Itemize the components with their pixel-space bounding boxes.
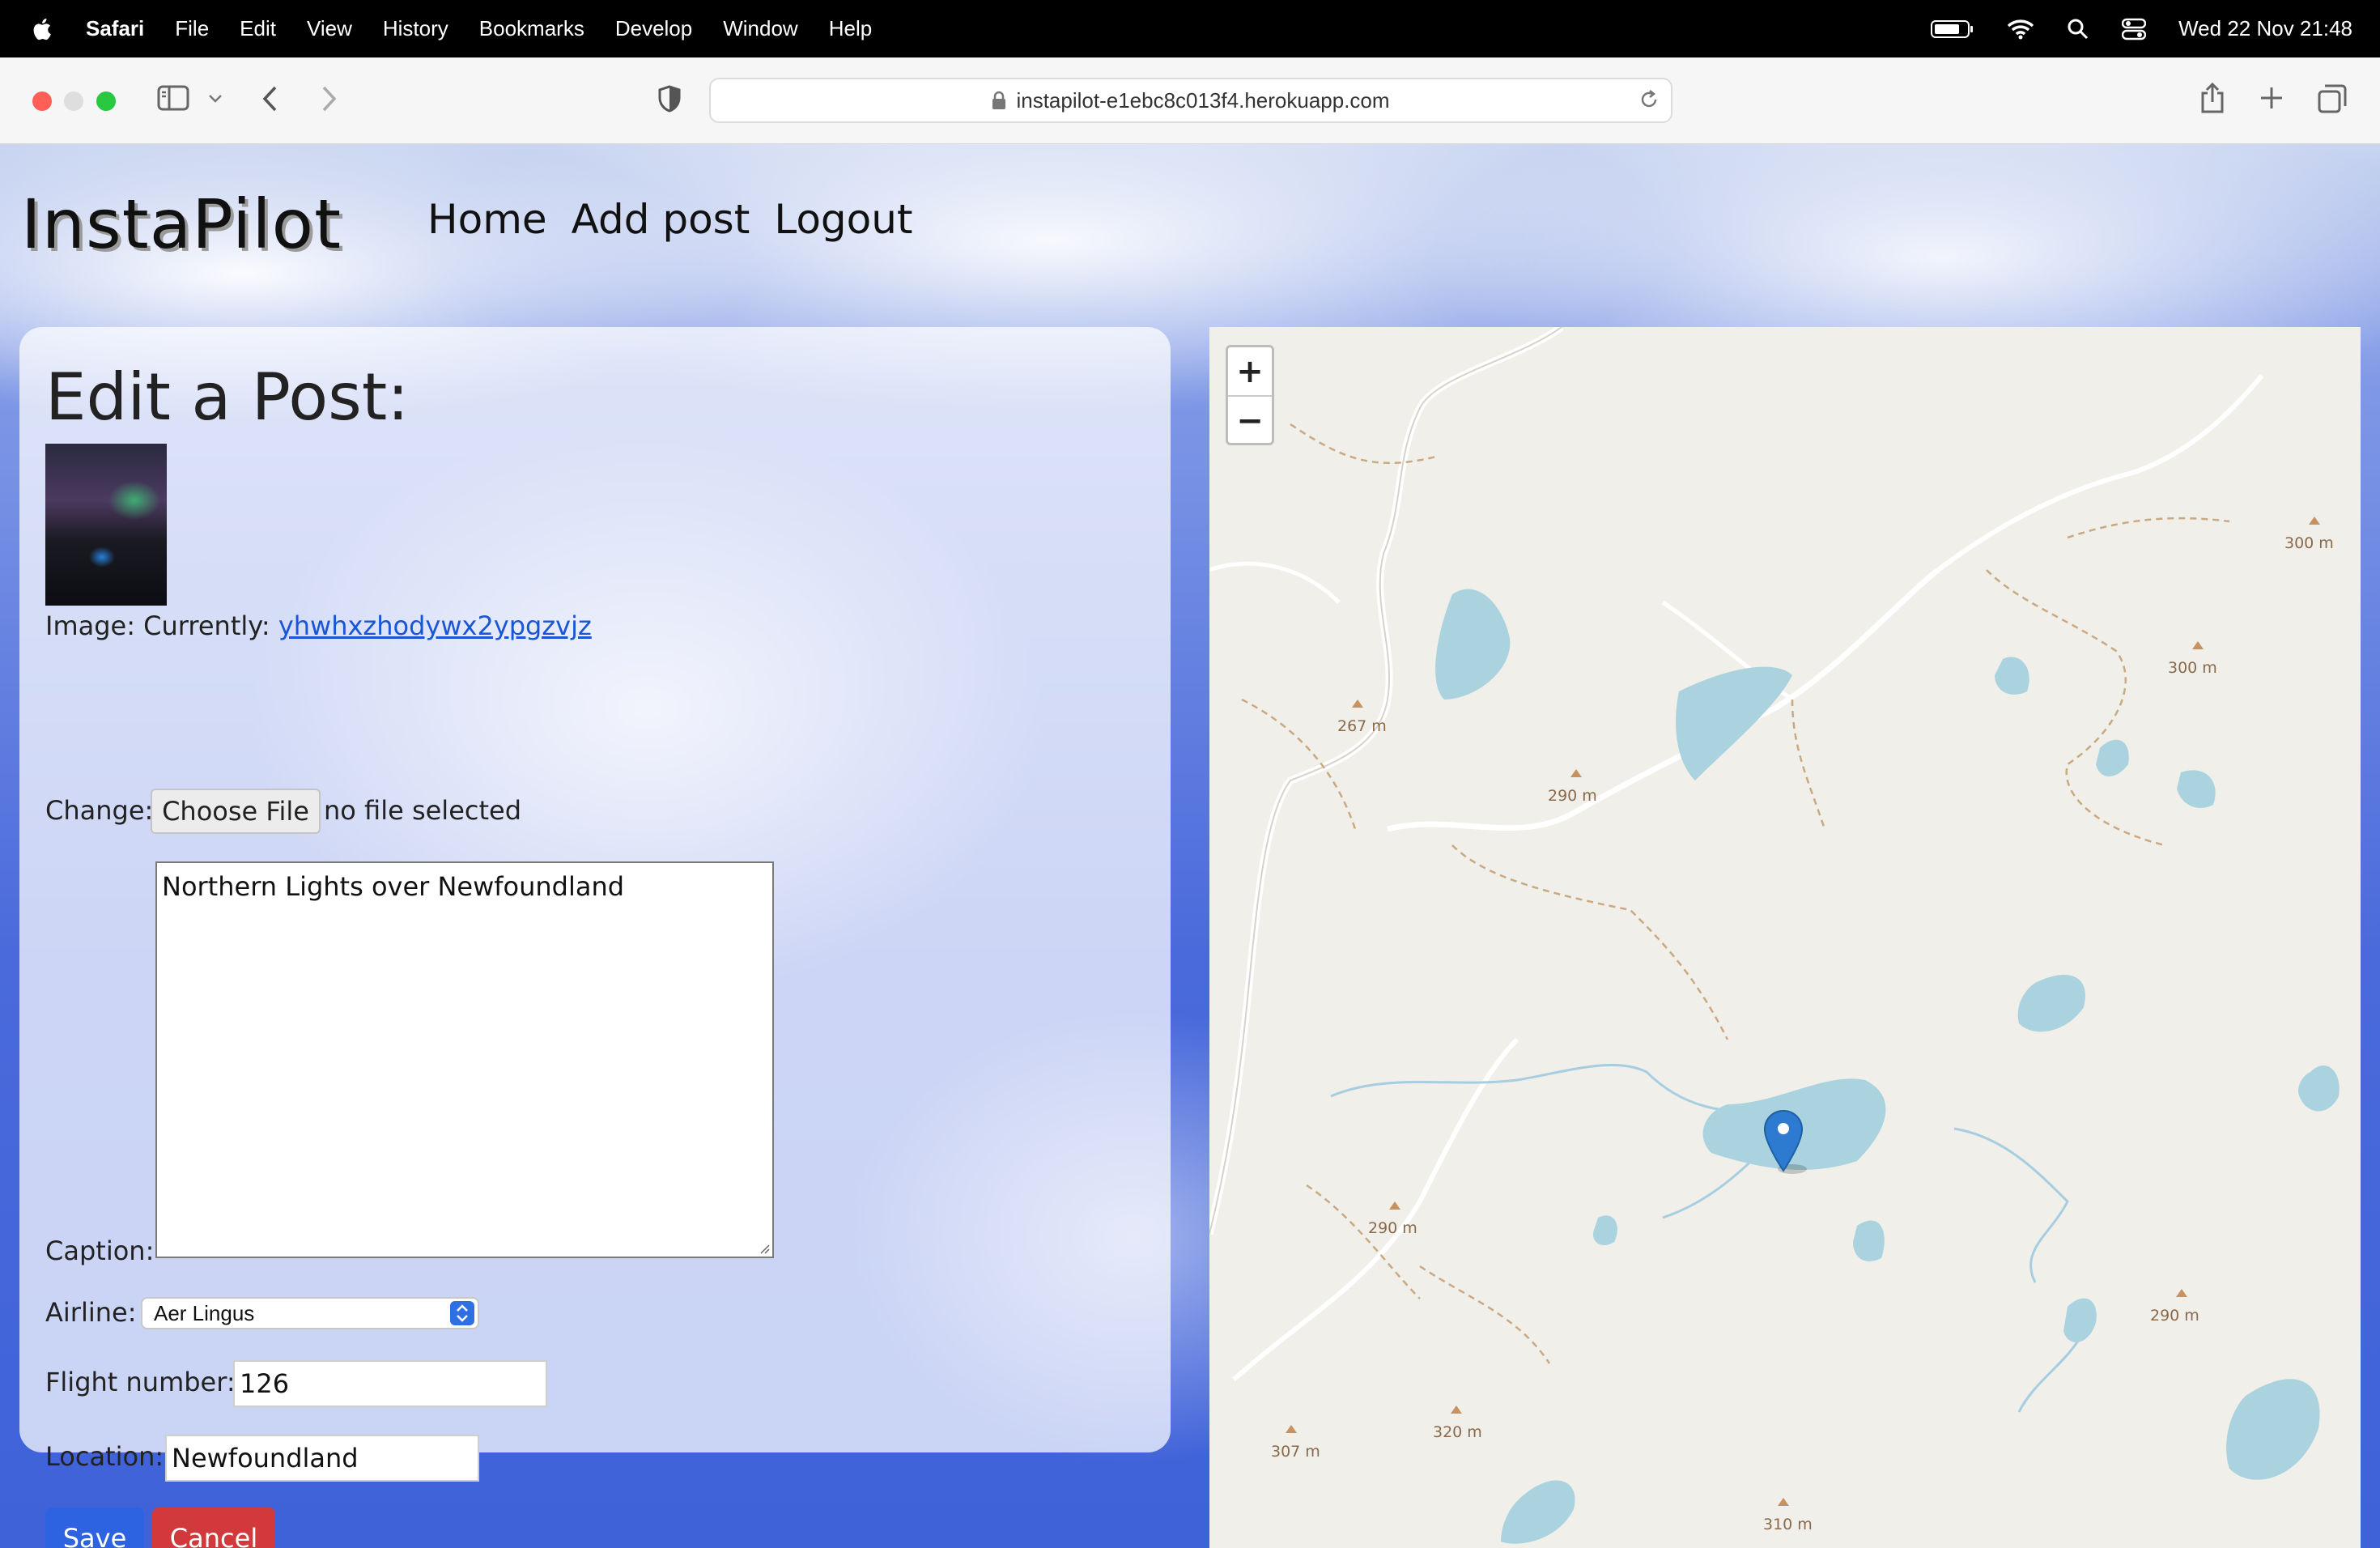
menu-clock[interactable]: Wed 22 Nov 21:48 bbox=[2178, 16, 2352, 41]
menu-history[interactable]: History bbox=[383, 16, 448, 41]
peak-label: 320 m bbox=[1433, 1423, 1482, 1441]
location-value: Newfoundland bbox=[172, 1443, 359, 1474]
menu-view[interactable]: View bbox=[307, 16, 352, 41]
url-text[interactable]: instapilot-e1ebc8c013f4.herokuapp.com bbox=[1016, 88, 1389, 113]
peak-label: 307 m bbox=[1271, 1443, 1320, 1461]
location-label: Location: bbox=[45, 1441, 164, 1472]
peak-label: 300 m bbox=[2168, 659, 2217, 677]
apple-icon[interactable] bbox=[29, 15, 57, 43]
new-tab-icon[interactable] bbox=[2259, 85, 2284, 111]
sidebar-icon[interactable] bbox=[157, 84, 189, 112]
menu-bar: Safari File Edit View History Bookmarks … bbox=[0, 0, 2380, 57]
menu-bookmarks[interactable]: Bookmarks bbox=[479, 16, 584, 41]
caption-label: Caption: bbox=[45, 1235, 155, 1266]
no-file-text: no file selected bbox=[324, 795, 522, 826]
menu-file[interactable]: File bbox=[175, 16, 209, 41]
menu-help[interactable]: Help bbox=[829, 16, 872, 41]
peak-label: 267 m bbox=[1337, 717, 1387, 735]
control-center-icon[interactable] bbox=[2122, 18, 2147, 40]
caption-value: Northern Lights over Newfoundland bbox=[162, 871, 625, 902]
zoom-in-button[interactable]: + bbox=[1228, 347, 1272, 397]
caption-textarea[interactable]: Northern Lights over Newfoundland bbox=[155, 861, 774, 1258]
address-bar[interactable]: instapilot-e1ebc8c013f4.herokuapp.com bbox=[709, 78, 1672, 123]
nav-home[interactable]: Home bbox=[427, 196, 547, 243]
flight-number-value: 126 bbox=[240, 1368, 290, 1399]
select-arrows-icon bbox=[450, 1301, 474, 1325]
airline-label: Airline: bbox=[45, 1297, 137, 1328]
menu-app-name[interactable]: Safari bbox=[86, 16, 144, 41]
peak-label: 300 m bbox=[2284, 534, 2334, 552]
nav-logout[interactable]: Logout bbox=[774, 196, 912, 243]
back-icon[interactable] bbox=[261, 85, 280, 113]
menu-window[interactable]: Window bbox=[723, 16, 797, 41]
peak-label: 290 m bbox=[2150, 1307, 2199, 1325]
change-label: Change: bbox=[45, 795, 154, 826]
forward-icon[interactable] bbox=[319, 85, 338, 113]
share-icon[interactable] bbox=[2199, 82, 2226, 114]
menu-develop[interactable]: Develop bbox=[615, 16, 692, 41]
map-tiles[interactable] bbox=[1209, 327, 2361, 1548]
battery-icon[interactable] bbox=[1931, 19, 1974, 40]
current-image-link[interactable]: yhwhxzhodywx2ypgzvjz bbox=[278, 610, 592, 641]
post-image-thumbnail bbox=[45, 444, 167, 606]
peak-label: 290 m bbox=[1368, 1219, 1417, 1237]
cancel-button[interactable]: Cancel bbox=[152, 1508, 275, 1548]
lock-icon bbox=[992, 91, 1006, 109]
peak-label: 290 m bbox=[1548, 787, 1597, 805]
window-close-button[interactable] bbox=[32, 91, 52, 111]
airline-value: Aer Lingus bbox=[154, 1300, 255, 1325]
tab-overview-icon[interactable] bbox=[2317, 83, 2348, 114]
window-zoom-button[interactable] bbox=[96, 91, 116, 111]
browser-toolbar: instapilot-e1ebc8c013f4.herokuapp.com bbox=[0, 57, 2380, 145]
wifi-icon[interactable] bbox=[2007, 19, 2034, 40]
web-page: InstaPilot Home Add post Logout Edit a P… bbox=[0, 144, 2380, 1548]
nav-add-post[interactable]: Add post bbox=[572, 196, 750, 243]
peak-label: 310 m bbox=[1763, 1516, 1813, 1533]
zoom-out-button[interactable]: − bbox=[1228, 397, 1272, 444]
location-input[interactable]: Newfoundland bbox=[165, 1435, 479, 1482]
save-button[interactable]: Save bbox=[45, 1508, 144, 1548]
edit-post-card: Edit a Post: Image: Currently: yhwhxzhod… bbox=[19, 327, 1171, 1548]
reload-icon[interactable] bbox=[1638, 89, 1660, 110]
map-zoom-control: + − bbox=[1226, 345, 1274, 445]
flight-number-label: Flight number: bbox=[45, 1367, 236, 1397]
window-minimize-button[interactable] bbox=[64, 91, 83, 111]
location-map[interactable]: 300 m 300 m 267 m 290 m 290 m 290 m 320 … bbox=[1209, 327, 2361, 1548]
choose-file-button[interactable]: Choose File bbox=[151, 789, 321, 834]
image-current-label: Image: Currently: bbox=[45, 610, 270, 641]
site-brand[interactable]: InstaPilot bbox=[21, 185, 342, 264]
privacy-shield-icon[interactable] bbox=[657, 85, 682, 113]
location-marker-icon[interactable] bbox=[1763, 1109, 1810, 1177]
flight-number-input[interactable]: 126 bbox=[233, 1360, 547, 1407]
airline-select[interactable]: Aer Lingus bbox=[141, 1297, 479, 1329]
page-title: Edit a Post: bbox=[45, 359, 410, 435]
menu-edit[interactable]: Edit bbox=[240, 16, 276, 41]
site-nav: Home Add post Logout bbox=[427, 196, 913, 243]
spotlight-search-icon[interactable] bbox=[2067, 18, 2089, 40]
chevron-down-icon[interactable] bbox=[207, 93, 223, 104]
resize-handle-icon[interactable] bbox=[758, 1242, 771, 1255]
